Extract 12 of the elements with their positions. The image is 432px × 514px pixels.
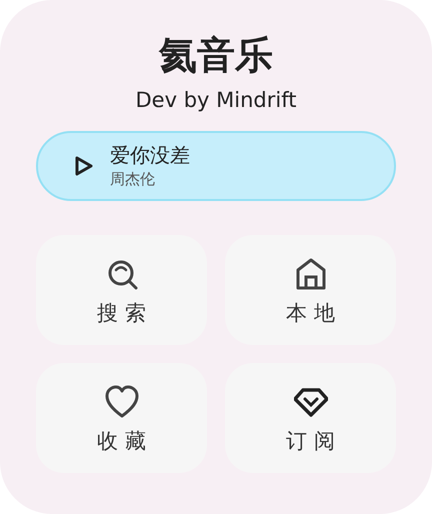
app-subtitle: Dev by Mindrift <box>136 90 296 111</box>
now-playing-bar[interactable]: 爱你没差 周杰伦 <box>36 131 396 201</box>
artist-name: 周杰伦 <box>110 171 155 188</box>
menu-tile[interactable]: 订 阅 <box>225 363 396 473</box>
app-title: 氦音乐 <box>159 36 273 74</box>
menu-tile[interactable]: 搜 索 <box>36 235 207 345</box>
heart-icon <box>104 384 138 418</box>
menu-tile[interactable]: 本 地 <box>225 235 396 345</box>
menu-tile[interactable]: 收 藏 <box>36 363 207 473</box>
home-icon <box>294 256 328 290</box>
song-title: 爱你没差 <box>110 144 190 166</box>
play-icon <box>74 155 94 177</box>
